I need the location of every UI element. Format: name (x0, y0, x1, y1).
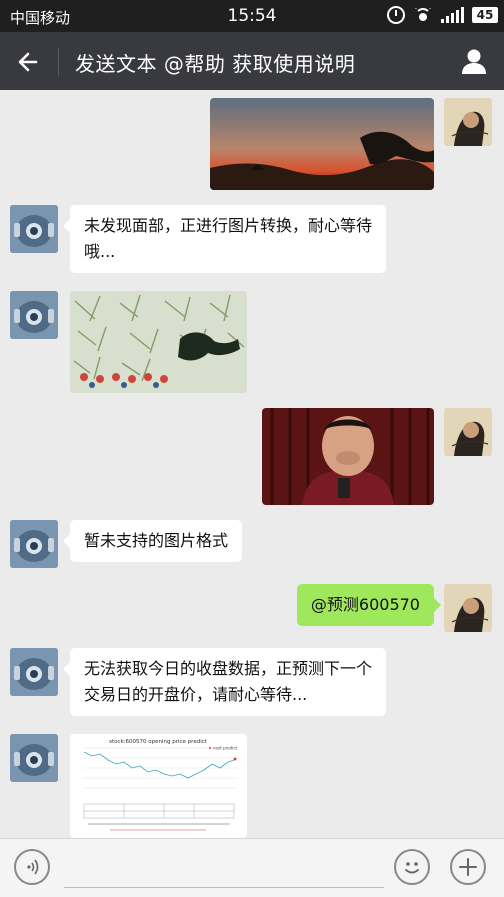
user-avatar[interactable] (444, 98, 492, 146)
input-bar (0, 838, 504, 897)
message-image-portrait[interactable] (262, 408, 434, 505)
message-text: 无法获取今日的收盘数据，正预测下一个交易日的开盘价，请耐心等待... (84, 659, 373, 704)
voice-wave-icon (27, 859, 39, 875)
bot-avatar[interactable] (10, 291, 58, 339)
message-bubble-incoming[interactable]: 未发现面部，正进行图片转换，耐心等待哦... (63, 205, 386, 273)
smiley-icon (405, 862, 419, 874)
bot-avatar[interactable] (10, 205, 58, 253)
message-input[interactable] (64, 887, 384, 888)
back-arrow-icon[interactable] (14, 48, 42, 76)
message-bubble-incoming[interactable]: 暂未支持的图片格式 (62, 520, 243, 562)
status-bar: 中国移动 15:54 45 (0, 0, 504, 32)
voice-input-button[interactable] (14, 849, 50, 885)
more-actions-button[interactable] (450, 849, 486, 885)
header-divider (58, 48, 59, 76)
message-image-stylized[interactable] (70, 291, 247, 393)
message-bubble-outgoing[interactable]: @预测600570 (296, 584, 442, 626)
user-avatar[interactable] (444, 408, 492, 456)
chat-title: 发送文本 @帮助 获取使用说明 (75, 52, 356, 76)
alarm-icon (387, 6, 405, 24)
chat-header: 发送文本 @帮助 获取使用说明 (0, 32, 504, 90)
message-text: 未发现面部，正进行图片转换，耐心等待哦... (84, 216, 373, 261)
plus-icon (459, 858, 477, 876)
user-avatar[interactable] (444, 584, 492, 632)
bot-avatar[interactable] (10, 734, 58, 782)
message-text: 暂未支持的图片格式 (84, 531, 229, 550)
message-text: @预测600570 (310, 595, 420, 614)
emoji-button[interactable] (394, 849, 430, 885)
message-bubble-incoming[interactable]: 无法获取今日的收盘数据，正预测下一个交易日的开盘价，请耐心等待... (63, 648, 386, 716)
wifi-icon (413, 8, 433, 22)
message-image-dragon[interactable] (210, 98, 434, 190)
chart-preview-title: stock:600570 opening price predict (109, 739, 208, 745)
signal-icon (441, 7, 464, 23)
message-image-stock-chart[interactable]: stock:600570 opening price predict next … (70, 734, 247, 838)
bot-avatar[interactable] (10, 648, 58, 696)
bot-avatar[interactable] (10, 520, 58, 568)
message-list[interactable]: 未发现面部，正进行图片转换，耐心等待哦... 暂未支持的图片格式 @预测6005… (0, 90, 504, 838)
chat-info-person-icon[interactable] (460, 47, 488, 75)
chart-preview-legend: next predict (213, 746, 238, 751)
battery-icon: 45 (472, 7, 498, 23)
